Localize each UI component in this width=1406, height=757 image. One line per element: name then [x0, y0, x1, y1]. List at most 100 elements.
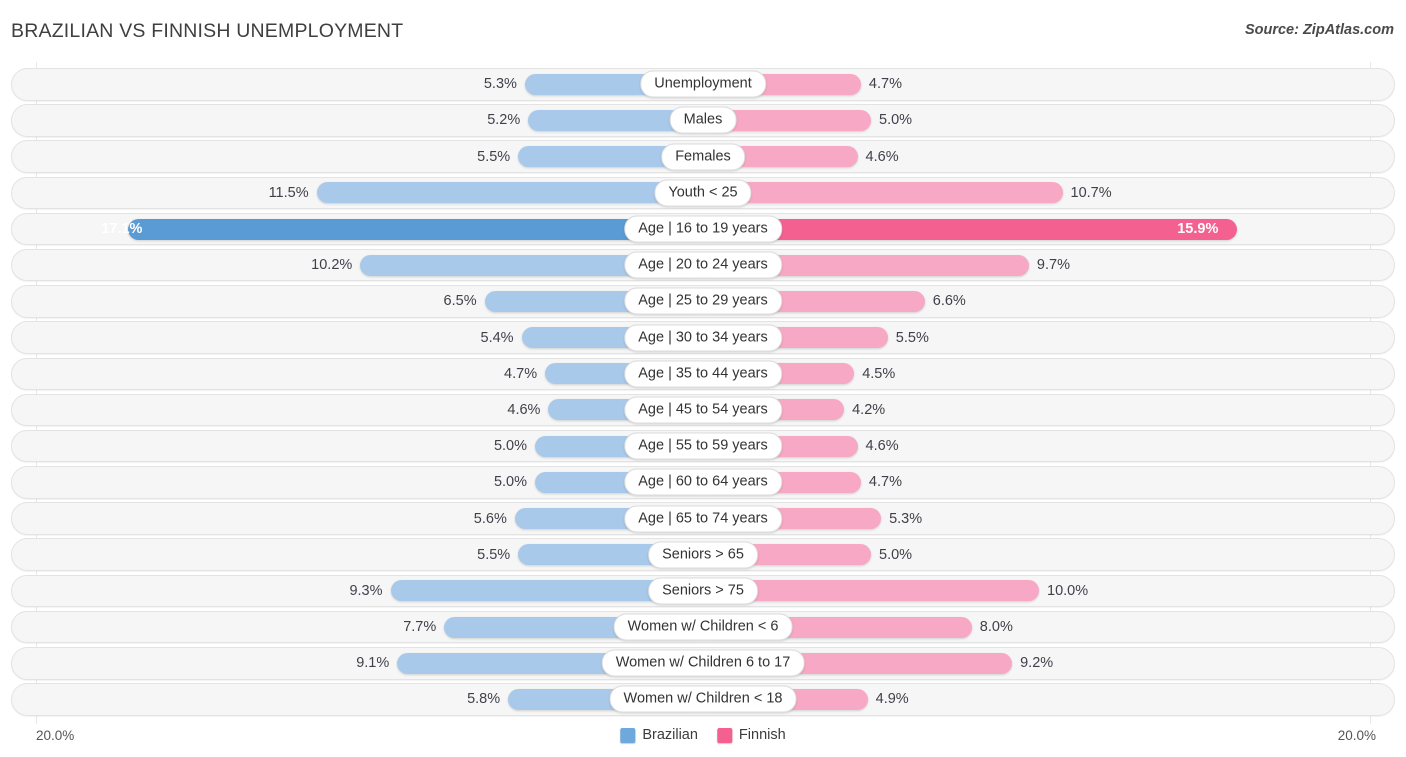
bar-rows-container: 5.3% 4.7% Unemployment 5.2% 5.0% Males 5.5% 4.6…	[11, 68, 1395, 719]
table-row[interactable]: 5.2% 5.0% Males	[11, 104, 1395, 137]
value-label-brazilian: 9.1%	[356, 655, 390, 672]
table-row[interactable]: 10.2% 9.7% Age | 20 to 24 years	[11, 248, 1395, 282]
row-track: 4.6% 4.2% Age | 45 to 54 years	[12, 395, 1394, 426]
row-category-label: Youth < 25	[654, 179, 752, 207]
row-category-label: Seniors > 75	[648, 577, 758, 605]
table-row[interactable]: 5.0% 4.6% Age | 55 to 59 years	[11, 429, 1395, 463]
row-track: 5.8% 4.9% Women w/ Children < 18	[12, 684, 1394, 715]
row-category-label: Age | 25 to 29 years	[624, 287, 782, 315]
row-category-label: Age | 45 to 54 years	[624, 396, 782, 424]
axis-max-right: 20.0%	[1337, 728, 1376, 743]
row-track: 9.1% 9.2% Women w/ Children 6 to 17	[12, 648, 1394, 679]
table-row[interactable]: 5.5% 4.6% Females	[11, 140, 1395, 173]
row-category-label: Age | 55 to 59 years	[624, 432, 782, 460]
chart-footer: 20.0% 20.0% Brazilian Finnish	[0, 718, 1406, 757]
row-track: 5.5% 4.6% Females	[12, 141, 1394, 172]
table-row[interactable]: 5.4% 5.5% Age | 30 to 34 years	[11, 321, 1395, 354]
value-label-brazilian: 5.6%	[473, 510, 507, 527]
value-label-brazilian: 6.5%	[443, 293, 477, 310]
table-row[interactable]: 4.7% 4.5% Age | 35 to 44 years	[11, 357, 1395, 390]
value-label-brazilian: 7.7%	[403, 619, 437, 636]
value-label-brazilian: 11.5%	[268, 184, 309, 201]
value-label-finnish: 4.6%	[865, 438, 899, 455]
row-category-label: Unemployment	[640, 70, 766, 98]
page-title: BRAZILIAN VS FINNISH UNEMPLOYMENT	[11, 20, 404, 42]
table-row[interactable]: 11.5% 10.7% Youth < 25	[11, 176, 1395, 210]
row-track: 7.7% 8.0% Women w/ Children < 6	[12, 612, 1394, 643]
value-label-finnish: 4.5%	[862, 365, 896, 382]
row-category-label: Women w/ Children 6 to 17	[601, 649, 805, 677]
row-category-label: Seniors > 65	[648, 541, 758, 569]
table-row[interactable]: 5.5% 5.0% Seniors > 65	[11, 538, 1395, 571]
table-row[interactable]: 9.3% 10.0% Seniors > 75	[11, 574, 1395, 608]
value-label-brazilian: 4.7%	[504, 365, 538, 382]
row-track: 5.0% 4.7% Age | 60 to 64 years	[12, 467, 1394, 498]
value-label-brazilian: 5.5%	[477, 148, 511, 165]
row-track: 5.2% 5.0% Males	[12, 105, 1394, 136]
bar-finnish	[703, 182, 1063, 204]
table-row[interactable]: 6.5% 6.6% Age | 25 to 29 years	[11, 285, 1395, 318]
row-category-label: Females	[661, 143, 745, 171]
row-track: 4.7% 4.5% Age | 35 to 44 years	[12, 359, 1394, 390]
table-row[interactable]: 17.1% 15.9% Age | 16 to 19 years	[11, 212, 1395, 246]
table-row[interactable]: 4.6% 4.2% Age | 45 to 54 years	[11, 393, 1395, 427]
value-label-finnish: 4.7%	[868, 474, 902, 491]
legend-label: Finnish	[738, 727, 786, 743]
chart-header: BRAZILIAN VS FINNISH UNEMPLOYMENT Source…	[0, 0, 1406, 60]
value-label-finnish: 5.0%	[879, 112, 913, 129]
value-label-finnish: 5.3%	[889, 510, 923, 527]
legend-label: Brazilian	[642, 727, 698, 743]
chart-legend: Brazilian Finnish	[620, 727, 786, 743]
value-label-brazilian: 10.2%	[311, 257, 353, 274]
value-label-finnish: 10.0%	[1047, 582, 1089, 599]
value-label-brazilian: 5.8%	[467, 691, 501, 708]
table-row[interactable]: 5.3% 4.7% Unemployment	[11, 68, 1395, 101]
legend-swatch-icon	[716, 727, 732, 743]
row-category-label: Age | 20 to 24 years	[624, 251, 782, 279]
row-track: 11.5% 10.7% Youth < 25	[12, 178, 1394, 209]
row-category-label: Women w/ Children < 6	[613, 613, 793, 641]
bar-finnish	[703, 218, 1238, 240]
value-label-brazilian: 9.3%	[349, 582, 383, 599]
legend-swatch-icon	[620, 727, 636, 743]
axis-max-left: 20.0%	[36, 728, 75, 743]
table-row[interactable]: 7.7% 8.0% Women w/ Children < 6	[11, 610, 1395, 644]
value-label-finnish: 6.6%	[932, 293, 966, 310]
value-label-finnish: 15.9%	[1177, 221, 1219, 237]
row-track: 5.5% 5.0% Seniors > 65	[12, 539, 1394, 570]
value-label-brazilian: 5.2%	[487, 112, 521, 129]
row-category-label: Age | 65 to 74 years	[624, 505, 782, 532]
value-label-finnish: 9.2%	[1020, 655, 1054, 672]
row-track: 17.1% 15.9% Age | 16 to 19 years	[12, 214, 1394, 245]
table-row[interactable]: 5.8% 4.9% Women w/ Children < 18	[11, 683, 1395, 716]
row-category-label: Age | 30 to 34 years	[624, 324, 782, 352]
row-category-label: Age | 35 to 44 years	[624, 360, 782, 388]
row-track: 6.5% 6.6% Age | 25 to 29 years	[12, 286, 1394, 317]
row-track: 10.2% 9.7% Age | 20 to 24 years	[12, 250, 1394, 281]
value-label-finnish: 5.5%	[895, 329, 929, 346]
table-row[interactable]: 5.6% 5.3% Age | 65 to 74 years	[11, 502, 1395, 535]
value-label-finnish: 4.7%	[868, 76, 902, 93]
value-label-finnish: 4.6%	[865, 148, 899, 165]
row-category-label: Males	[669, 106, 737, 134]
legend-item-finnish[interactable]: Finnish	[716, 727, 786, 743]
row-track: 5.6% 5.3% Age | 65 to 74 years	[12, 503, 1394, 534]
value-label-brazilian: 5.0%	[493, 474, 527, 491]
value-label-finnish: 5.0%	[879, 546, 913, 563]
value-label-brazilian: 5.0%	[493, 438, 527, 455]
table-row[interactable]: 5.0% 4.7% Age | 60 to 64 years	[11, 466, 1395, 499]
row-track: 9.3% 10.0% Seniors > 75	[12, 576, 1394, 607]
row-track: 5.0% 4.6% Age | 55 to 59 years	[12, 431, 1394, 462]
bar-brazilian	[316, 182, 703, 204]
value-label-brazilian: 5.5%	[477, 546, 511, 563]
value-label-brazilian: 4.6%	[507, 401, 541, 418]
value-label-brazilian: 17.1%	[101, 221, 143, 237]
value-label-finnish: 8.0%	[979, 619, 1013, 636]
row-track: 5.3% 4.7% Unemployment	[12, 69, 1394, 100]
row-track: 5.4% 5.5% Age | 30 to 34 years	[12, 322, 1394, 353]
table-row[interactable]: 9.1% 9.2% Women w/ Children 6 to 17	[11, 647, 1395, 680]
value-label-brazilian: 5.3%	[483, 76, 517, 93]
row-category-label: Age | 16 to 19 years	[624, 215, 782, 243]
source-attribution: Source: ZipAtlas.com	[1244, 22, 1394, 38]
legend-item-brazilian[interactable]: Brazilian	[620, 727, 698, 743]
